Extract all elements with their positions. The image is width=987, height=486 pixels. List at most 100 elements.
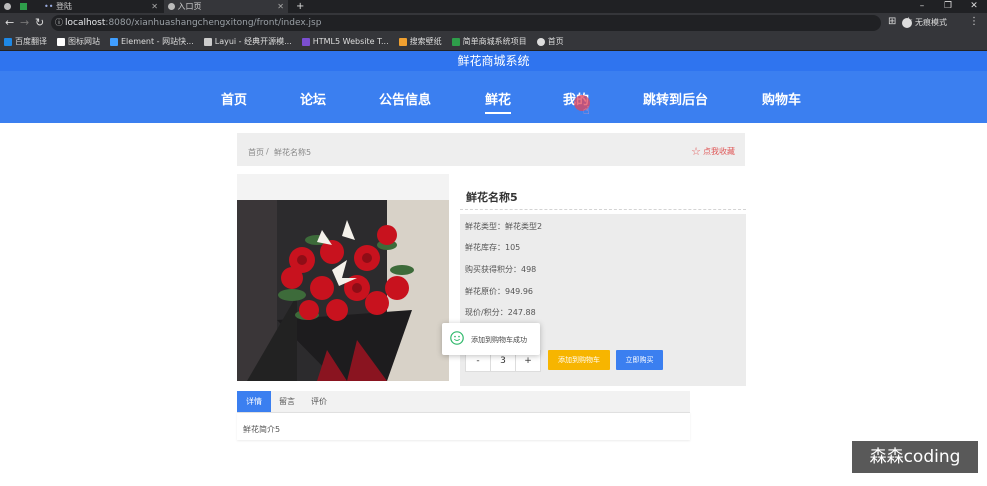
product-title-box: 鲜花名称5 <box>460 184 746 210</box>
bookmark-item[interactable]: 百度翻译 <box>4 36 47 47</box>
star-outline-icon: ☆ <box>691 145 701 158</box>
tab-messages[interactable]: 留言 <box>273 391 301 412</box>
bouquet-photo <box>237 200 449 381</box>
chrome-icon <box>4 3 11 10</box>
nav-admin[interactable]: 跳转到后台 <box>643 89 708 108</box>
bookmark-label: Element - 网站快... <box>121 37 194 46</box>
browser-tab-label: 入口页 <box>177 2 202 11</box>
browser-tab-3[interactable]: •• 登陆 ✕ <box>40 0 162 13</box>
close-icon[interactable]: ✕ <box>151 0 158 13</box>
browser-tab-bar: •• 登陆 ✕ 入口页 ✕ + – ❐ ✕ <box>0 0 987 13</box>
nav-home[interactable]: 首页 <box>221 89 247 108</box>
chrome-icon <box>168 3 175 10</box>
bookmark-icon <box>203 37 212 46</box>
site-title: 鲜花商城系统 <box>0 51 987 71</box>
field-value: 949.96 <box>505 287 533 296</box>
info-row-stock: 鲜花库存：105 <box>465 242 520 253</box>
bookmark-item[interactable]: HTML5 Website T... <box>301 37 389 46</box>
bookmark-icon <box>301 37 310 46</box>
tab-details[interactable]: 详情 <box>237 391 271 412</box>
success-toast: 添加到购物车成功 <box>442 323 540 355</box>
detail-content: 鲜花简介5 <box>243 425 281 434</box>
field-label: 现价/积分： <box>465 308 508 317</box>
main-nav: 首页 论坛 公告信息 鲜花 我的 跳转到后台 购物车 <box>0 89 987 114</box>
bookmark-label: 简单商城系统项目 <box>462 37 527 46</box>
info-row-original-price: 鲜花原价：949.96 <box>465 286 533 297</box>
bookmark-icon <box>451 37 460 46</box>
bookmark-icon <box>110 37 118 46</box>
detail-content-box <box>237 412 690 440</box>
nav-forum[interactable]: 论坛 <box>300 89 326 108</box>
product-image <box>237 200 449 381</box>
nav-announcements[interactable]: 公告信息 <box>379 89 431 108</box>
field-label: 鲜花原价： <box>465 287 505 296</box>
bookmark-item[interactable]: 简单商城系统项目 <box>451 36 527 47</box>
browser-tab-label: 登陆 <box>55 2 72 11</box>
favorite-label: 点我收藏 <box>703 147 735 156</box>
breadcrumb-home[interactable]: 首页 <box>248 147 264 158</box>
add-to-cart-button[interactable]: 添加到购物车 <box>548 350 610 370</box>
bookmark-icon <box>398 37 407 46</box>
bookmarks-bar: 百度翻译 图标网站 Element - 网站快... Layui - 经典开源模… <box>0 33 987 51</box>
forward-icon[interactable]: → <box>20 16 29 30</box>
hand-cursor-icon: ☝ <box>583 104 590 117</box>
field-value: 105 <box>505 243 521 252</box>
bookmark-label: 首页 <box>547 37 564 46</box>
browser-tab-2[interactable] <box>16 0 36 13</box>
bookmark-label: 搜索壁纸 <box>409 37 442 46</box>
minimize-icon[interactable]: – <box>909 0 935 13</box>
green-square-icon <box>20 3 27 10</box>
detail-tabs: 详情 留言 评价 <box>237 391 690 413</box>
bookmark-icon <box>4 37 12 46</box>
dots-icon: •• <box>44 2 54 11</box>
bookmark-label: 图标网站 <box>68 37 100 46</box>
breadcrumb: 首页 / 鲜花名称5 ☆ 点我收藏 <box>237 133 745 166</box>
new-tab-button[interactable]: + <box>292 0 306 13</box>
field-value: 247.88 <box>507 308 536 317</box>
breadcrumb-current: 鲜花名称5 <box>274 148 312 157</box>
site-header: 鲜花商城系统 首页 论坛 公告信息 鲜花 我的 跳转到后台 购物车 <box>0 51 987 123</box>
field-label: 鲜花类型： <box>465 222 505 231</box>
field-value: 498 <box>521 265 537 274</box>
bookmark-icon <box>57 37 65 46</box>
url-field[interactable]: ⓘ localhost:8080/xianhuashangchengxitong… <box>51 15 881 31</box>
bookmark-item[interactable]: Layui - 经典开源模... <box>203 36 292 47</box>
profile-button[interactable]: 无痕模式 <box>902 17 947 28</box>
reload-icon[interactable]: ↻ <box>35 16 44 30</box>
bookmark-label: 百度翻译 <box>15 37 47 46</box>
image-header-strip <box>237 174 449 200</box>
bookmark-item[interactable]: 图标网站 <box>57 36 100 47</box>
smile-icon <box>450 331 464 345</box>
field-label: 鲜花库存： <box>465 243 505 252</box>
info-row-current-price: 现价/积分：247.88 <box>465 307 536 318</box>
close-icon[interactable]: ✕ <box>277 0 284 13</box>
info-row-points: 购买获得积分：498 <box>465 264 536 275</box>
bookmark-label: Layui - 经典开源模... <box>214 37 292 46</box>
back-icon[interactable]: ← <box>5 16 14 30</box>
url-host: localhost <box>65 18 106 28</box>
buy-now-button[interactable]: 立即购买 <box>616 350 663 370</box>
menu-icon[interactable]: ⋮ <box>969 16 979 27</box>
translate-icon[interactable]: ⊞ <box>888 16 896 27</box>
browser-tab-4[interactable]: 入口页 ✕ <box>164 0 288 13</box>
nav-cart[interactable]: 购物车 <box>762 89 801 108</box>
profile-label: 无痕模式 <box>915 18 947 27</box>
avatar <box>902 17 912 28</box>
tab-reviews[interactable]: 评价 <box>305 391 333 412</box>
browser-tab-1[interactable] <box>0 0 14 13</box>
nav-flowers[interactable]: 鲜花 <box>485 89 512 114</box>
bookmark-icon <box>536 37 545 46</box>
close-window-icon[interactable]: ✕ <box>961 0 987 13</box>
bookmark-item[interactable]: Element - 网站快... <box>110 36 194 47</box>
breadcrumb-separator: / <box>266 147 269 156</box>
field-label: 购买获得积分： <box>465 265 521 274</box>
bookmark-item[interactable]: 搜索壁纸 <box>398 36 442 47</box>
restore-icon[interactable]: ❐ <box>935 0 961 13</box>
bookmark-item[interactable]: 首页 <box>536 36 564 47</box>
info-icon: ⓘ <box>55 18 63 27</box>
favorite-button[interactable]: ☆ 点我收藏 <box>691 145 735 158</box>
bookmark-label: HTML5 Website T... <box>312 37 389 46</box>
field-value: 鲜花类型2 <box>505 222 543 231</box>
watermark: 森森coding <box>852 441 978 473</box>
info-row-type: 鲜花类型：鲜花类型2 <box>465 221 542 232</box>
